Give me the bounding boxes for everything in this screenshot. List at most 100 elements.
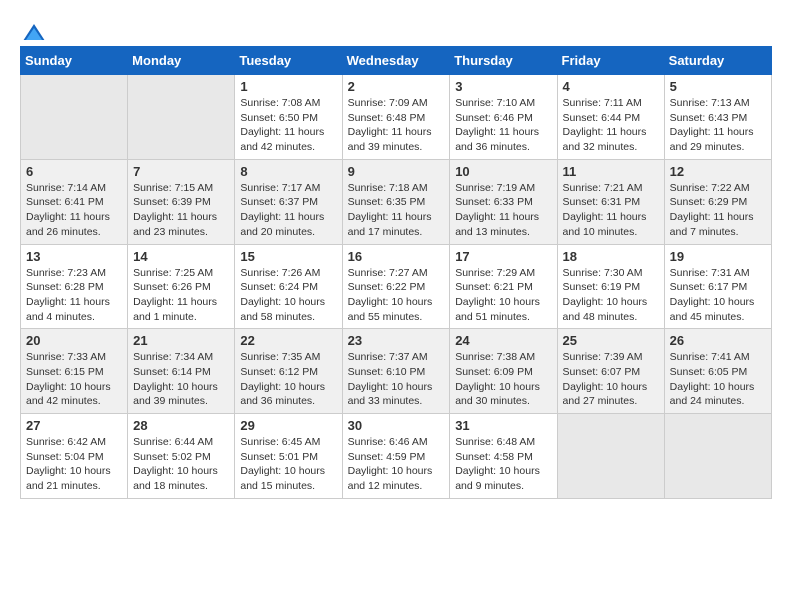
calendar-header-cell: Tuesday — [235, 47, 342, 75]
calendar-day-cell — [557, 414, 664, 499]
day-number: 30 — [348, 418, 445, 433]
calendar-day-cell: 26 Sunrise: 7:41 AM Sunset: 6:05 PM Dayli… — [664, 329, 771, 414]
calendar-day-cell: 27Sunrise: 6:42 AM Sunset: 5:04 PM Dayli… — [21, 414, 128, 499]
day-number: 31 — [455, 418, 551, 433]
calendar-day-cell: 17Sunrise: 7:29 AM Sunset: 6:21 PM Dayli… — [450, 244, 557, 329]
day-number: 28 — [133, 418, 229, 433]
calendar-day-cell: 4 Sunrise: 7:11 AM Sunset: 6:44 PM Daylig… — [557, 75, 664, 160]
day-number: 5 — [670, 79, 766, 94]
day-info: Sunrise: 7:26 AM Sunset: 6:24 PM Dayligh… — [240, 266, 336, 325]
calendar-day-cell: 24 Sunrise: 7:38 AM Sunset: 6:09 PM Dayli… — [450, 329, 557, 414]
calendar-day-cell: 9 Sunrise: 7:18 AM Sunset: 6:35 PM Daylig… — [342, 159, 450, 244]
calendar-header-cell: Sunday — [21, 47, 128, 75]
calendar-day-cell — [21, 75, 128, 160]
day-number: 3 — [455, 79, 551, 94]
day-number: 13 — [26, 249, 122, 264]
day-info: Sunrise: 7:37 AM Sunset: 6:10 PM Dayligh… — [348, 350, 445, 409]
day-info: Sunrise: 7:25 AM Sunset: 6:26 PM Dayligh… — [133, 266, 229, 325]
day-number: 4 — [563, 79, 659, 94]
day-number: 9 — [348, 164, 445, 179]
calendar-header-cell: Wednesday — [342, 47, 450, 75]
day-number: 26 — [670, 333, 766, 348]
calendar-day-cell: 18 Sunrise: 7:30 AM Sunset: 6:19 PM Dayli… — [557, 244, 664, 329]
day-info: Sunrise: 7:27 AM Sunset: 6:22 PM Dayligh… — [348, 266, 445, 325]
day-info: Sunrise: 7:30 AM Sunset: 6:19 PM Dayligh… — [563, 266, 659, 325]
day-number: 24 — [455, 333, 551, 348]
day-number: 22 — [240, 333, 336, 348]
day-number: 15 — [240, 249, 336, 264]
day-info: Sunrise: 7:14 AM Sunset: 6:41 PM Dayligh… — [26, 181, 122, 240]
calendar-day-cell: 30 Sunrise: 6:46 AM Sunset: 4:59 PM Dayli… — [342, 414, 450, 499]
calendar: SundayMondayTuesdayWednesdayThursdayFrid… — [20, 46, 772, 499]
calendar-day-cell: 22 Sunrise: 7:35 AM Sunset: 6:12 PM Dayli… — [235, 329, 342, 414]
calendar-week-row: 6 Sunrise: 7:14 AM Sunset: 6:41 PM Daylig… — [21, 159, 772, 244]
day-info: Sunrise: 7:15 AM Sunset: 6:39 PM Dayligh… — [133, 181, 229, 240]
calendar-day-cell: 2 Sunrise: 7:09 AM Sunset: 6:48 PM Daylig… — [342, 75, 450, 160]
day-info: Sunrise: 7:13 AM Sunset: 6:43 PM Dayligh… — [670, 96, 766, 155]
day-info: Sunrise: 7:23 AM Sunset: 6:28 PM Dayligh… — [26, 266, 122, 325]
day-info: Sunrise: 7:09 AM Sunset: 6:48 PM Dayligh… — [348, 96, 445, 155]
day-number: 23 — [348, 333, 445, 348]
calendar-header: SundayMondayTuesdayWednesdayThursdayFrid… — [21, 47, 772, 75]
calendar-day-cell: 3 Sunrise: 7:10 AM Sunset: 6:46 PM Daylig… — [450, 75, 557, 160]
calendar-day-cell: 7Sunrise: 7:15 AM Sunset: 6:39 PM Daylig… — [128, 159, 235, 244]
day-info: Sunrise: 7:39 AM Sunset: 6:07 PM Dayligh… — [563, 350, 659, 409]
calendar-day-cell: 12Sunrise: 7:22 AM Sunset: 6:29 PM Dayli… — [664, 159, 771, 244]
calendar-day-cell: 8 Sunrise: 7:17 AM Sunset: 6:37 PM Daylig… — [235, 159, 342, 244]
day-number: 10 — [455, 164, 551, 179]
day-number: 6 — [26, 164, 122, 179]
calendar-header-cell: Thursday — [450, 47, 557, 75]
day-info: Sunrise: 7:17 AM Sunset: 6:37 PM Dayligh… — [240, 181, 336, 240]
day-number: 25 — [563, 333, 659, 348]
day-info: Sunrise: 7:41 AM Sunset: 6:05 PM Dayligh… — [670, 350, 766, 409]
day-info: Sunrise: 7:31 AM Sunset: 6:17 PM Dayligh… — [670, 266, 766, 325]
day-number: 18 — [563, 249, 659, 264]
calendar-header-cell: Saturday — [664, 47, 771, 75]
day-number: 19 — [670, 249, 766, 264]
header — [20, 20, 772, 36]
day-info: Sunrise: 7:38 AM Sunset: 6:09 PM Dayligh… — [455, 350, 551, 409]
calendar-week-row: 20Sunrise: 7:33 AM Sunset: 6:15 PM Dayli… — [21, 329, 772, 414]
calendar-day-cell: 15 Sunrise: 7:26 AM Sunset: 6:24 PM Dayli… — [235, 244, 342, 329]
calendar-day-cell: 10 Sunrise: 7:19 AM Sunset: 6:33 PM Dayli… — [450, 159, 557, 244]
calendar-day-cell — [128, 75, 235, 160]
day-info: Sunrise: 7:19 AM Sunset: 6:33 PM Dayligh… — [455, 181, 551, 240]
day-number: 14 — [133, 249, 229, 264]
calendar-day-cell: 16 Sunrise: 7:27 AM Sunset: 6:22 PM Dayli… — [342, 244, 450, 329]
calendar-day-cell: 21Sunrise: 7:34 AM Sunset: 6:14 PM Dayli… — [128, 329, 235, 414]
calendar-day-cell: 11Sunrise: 7:21 AM Sunset: 6:31 PM Dayli… — [557, 159, 664, 244]
calendar-day-cell: 1Sunrise: 7:08 AM Sunset: 6:50 PM Daylig… — [235, 75, 342, 160]
day-info: Sunrise: 7:10 AM Sunset: 6:46 PM Dayligh… — [455, 96, 551, 155]
day-number: 29 — [240, 418, 336, 433]
day-info: Sunrise: 6:48 AM Sunset: 4:58 PM Dayligh… — [455, 435, 551, 494]
day-number: 2 — [348, 79, 445, 94]
calendar-header-cell: Monday — [128, 47, 235, 75]
day-info: Sunrise: 6:46 AM Sunset: 4:59 PM Dayligh… — [348, 435, 445, 494]
day-info: Sunrise: 6:42 AM Sunset: 5:04 PM Dayligh… — [26, 435, 122, 494]
day-info: Sunrise: 7:18 AM Sunset: 6:35 PM Dayligh… — [348, 181, 445, 240]
calendar-header-cell: Friday — [557, 47, 664, 75]
calendar-week-row: 13 Sunrise: 7:23 AM Sunset: 6:28 PM Dayli… — [21, 244, 772, 329]
calendar-day-cell: 20Sunrise: 7:33 AM Sunset: 6:15 PM Dayli… — [21, 329, 128, 414]
calendar-day-cell: 19 Sunrise: 7:31 AM Sunset: 6:17 PM Dayli… — [664, 244, 771, 329]
calendar-day-cell: 28 Sunrise: 6:44 AM Sunset: 5:02 PM Dayli… — [128, 414, 235, 499]
day-info: Sunrise: 7:34 AM Sunset: 6:14 PM Dayligh… — [133, 350, 229, 409]
day-info: Sunrise: 7:35 AM Sunset: 6:12 PM Dayligh… — [240, 350, 336, 409]
calendar-day-cell: 5 Sunrise: 7:13 AM Sunset: 6:43 PM Daylig… — [664, 75, 771, 160]
calendar-day-cell: 6 Sunrise: 7:14 AM Sunset: 6:41 PM Daylig… — [21, 159, 128, 244]
day-info: Sunrise: 7:11 AM Sunset: 6:44 PM Dayligh… — [563, 96, 659, 155]
day-info: Sunrise: 7:22 AM Sunset: 6:29 PM Dayligh… — [670, 181, 766, 240]
day-info: Sunrise: 6:45 AM Sunset: 5:01 PM Dayligh… — [240, 435, 336, 494]
day-number: 8 — [240, 164, 336, 179]
day-info: Sunrise: 6:44 AM Sunset: 5:02 PM Dayligh… — [133, 435, 229, 494]
calendar-day-cell: 29 Sunrise: 6:45 AM Sunset: 5:01 PM Dayli… — [235, 414, 342, 499]
calendar-body: 1Sunrise: 7:08 AM Sunset: 6:50 PM Daylig… — [21, 75, 772, 499]
calendar-day-cell — [664, 414, 771, 499]
day-info: Sunrise: 7:29 AM Sunset: 6:21 PM Dayligh… — [455, 266, 551, 325]
day-number: 16 — [348, 249, 445, 264]
logo-icon — [22, 20, 46, 44]
day-info: Sunrise: 7:08 AM Sunset: 6:50 PM Dayligh… — [240, 96, 336, 155]
calendar-week-row: 1Sunrise: 7:08 AM Sunset: 6:50 PM Daylig… — [21, 75, 772, 160]
calendar-day-cell: 13 Sunrise: 7:23 AM Sunset: 6:28 PM Dayli… — [21, 244, 128, 329]
calendar-day-cell: 14 Sunrise: 7:25 AM Sunset: 6:26 PM Dayli… — [128, 244, 235, 329]
